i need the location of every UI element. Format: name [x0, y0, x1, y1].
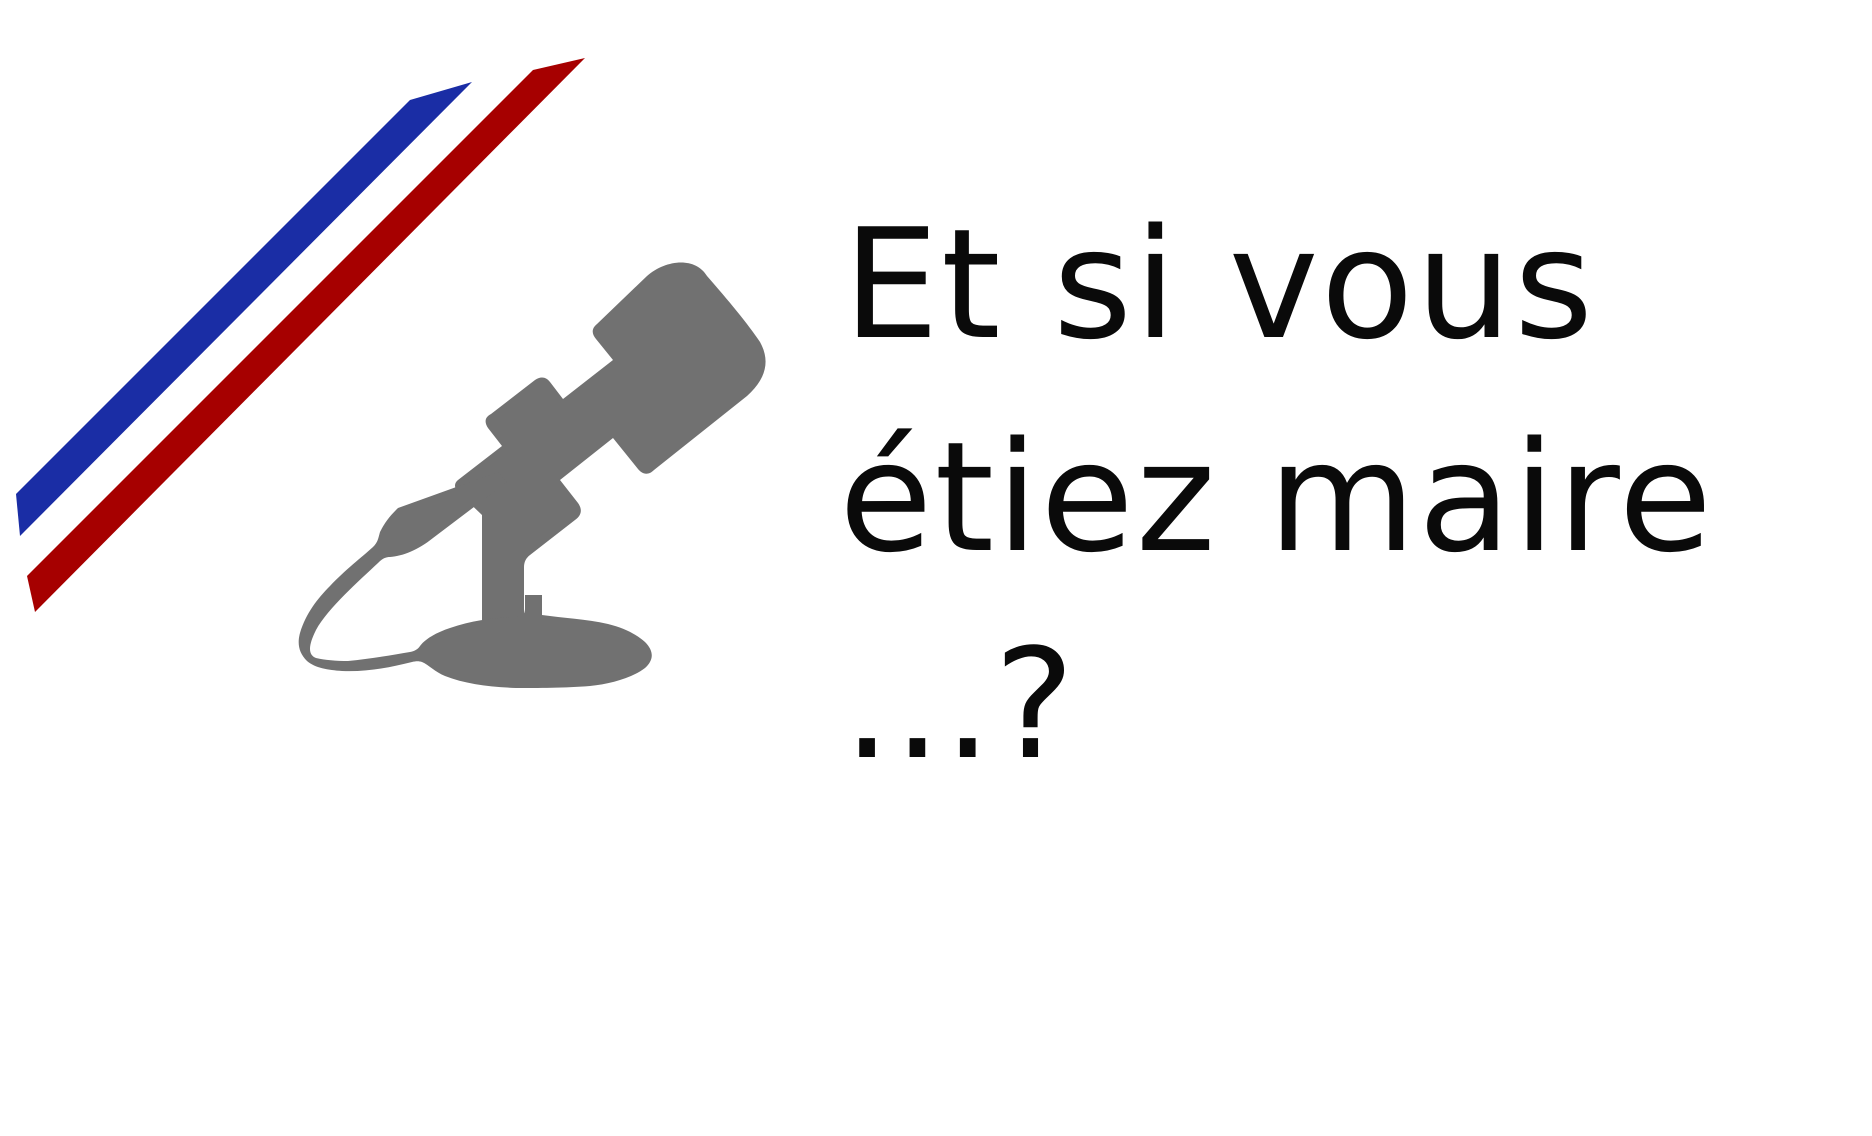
headline-line-2: étiez maire [839, 409, 1715, 586]
headline-line-3: ...? [843, 616, 1077, 793]
headline-line-1: Et si vous [843, 196, 1596, 373]
headline: Et si vous étiez maire ...? [839, 178, 1743, 811]
microphone-icon [298, 262, 766, 688]
poster-canvas: Et si vous étiez maire ...? [0, 0, 1872, 1136]
